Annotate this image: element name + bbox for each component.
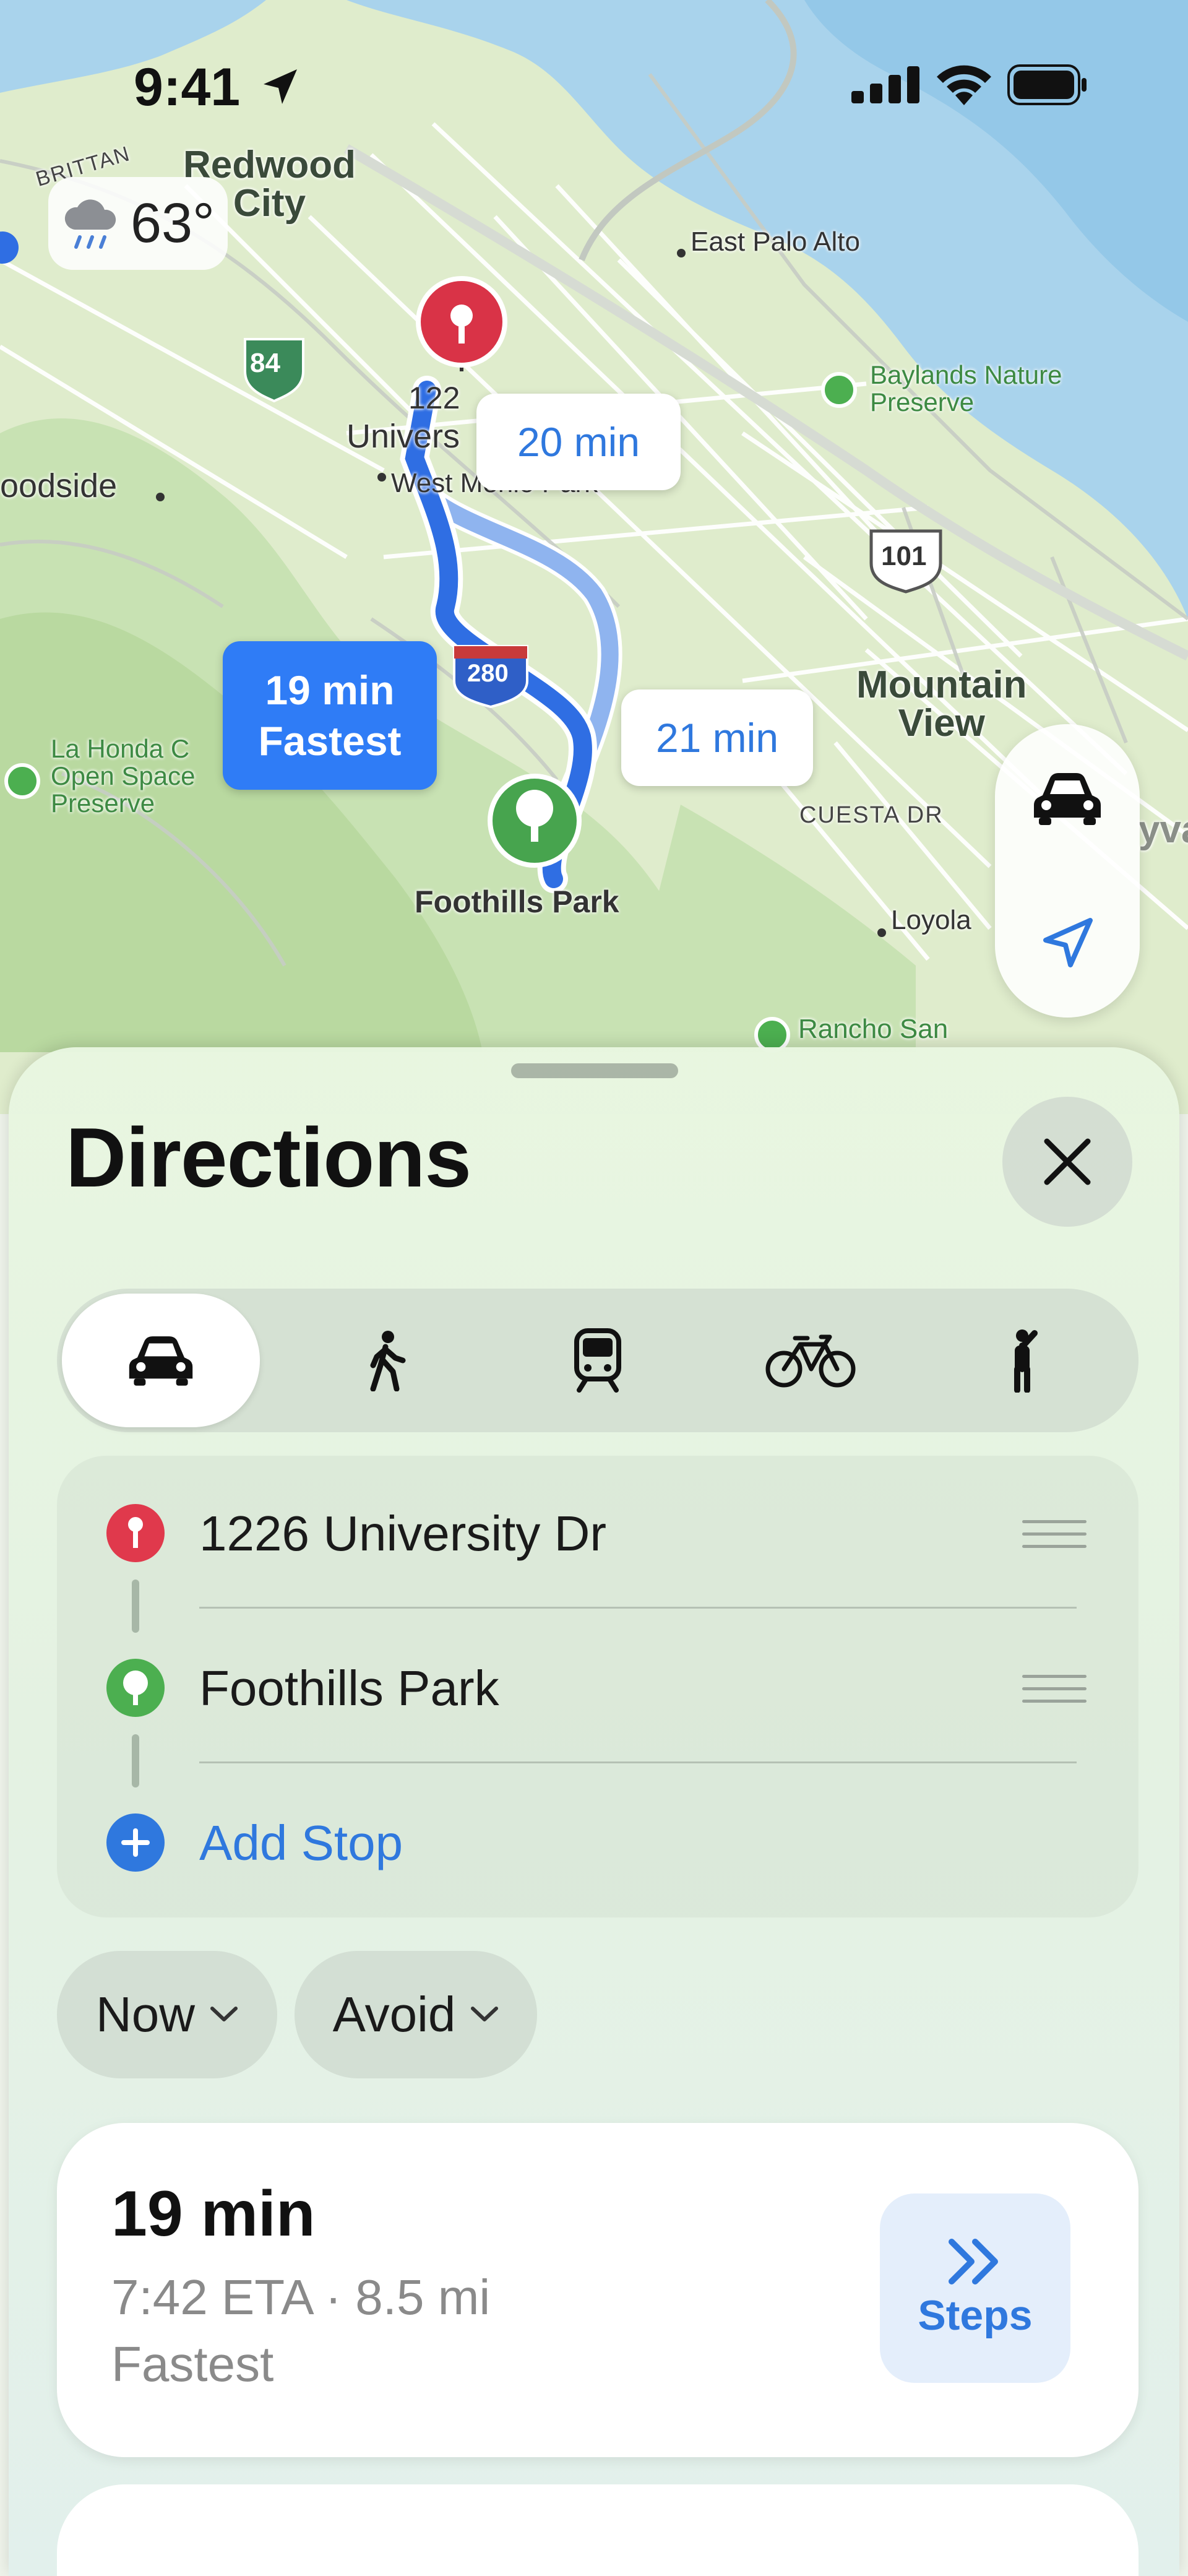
- add-stop-row[interactable]: Add Stop: [57, 1765, 1138, 1920]
- add-stop-label: Add Stop: [199, 1815, 403, 1870]
- double-chevron-right-icon: [949, 2239, 998, 2284]
- map-label-east-palo-alto: East Palo Alto: [691, 227, 860, 257]
- route-details: 7:42 ETA · 8.5 mi: [111, 2270, 491, 2325]
- map-label-address-fragment: 122: [408, 381, 460, 415]
- car-icon: [1034, 773, 1101, 825]
- status-right-icons: [851, 64, 1088, 105]
- map-label-woodside: oodside: [0, 467, 118, 504]
- route-tag: Fastest: [111, 2336, 274, 2392]
- mode-walk-tab[interactable]: [287, 1294, 485, 1427]
- status-time-text: 9:41: [134, 58, 241, 117]
- location-services-icon: [264, 69, 298, 104]
- map-label-foothills-park: Foothills Park: [415, 884, 619, 919]
- chevron-down-icon: [471, 2007, 499, 2021]
- plus-icon: [106, 1813, 165, 1872]
- destination-tree-icon: [488, 774, 582, 868]
- sheet-grabber[interactable]: [511, 1063, 678, 1078]
- cellular-signal-icon: [851, 66, 919, 103]
- route-fastest-label: Fastest: [258, 718, 402, 764]
- depart-time-chip[interactable]: Now: [57, 1951, 277, 2078]
- weather-widget[interactable]: 63°: [48, 177, 228, 270]
- stop-row-origin[interactable]: 1226 University Dr: [57, 1456, 1138, 1610]
- route-alt-bubble-20[interactable]: 20 min: [476, 394, 681, 490]
- directions-sheet: Directions 1226 University Dr Foothills …: [9, 1047, 1179, 2576]
- stops-list: 1226 University Dr Foothills Park Add St…: [57, 1456, 1138, 1917]
- map-label-la-honda: La Honda C Open Space Preserve: [51, 734, 196, 818]
- map-dot-woodside: [156, 493, 165, 501]
- map-dot-loyola: [877, 928, 886, 937]
- route-alt-bubble-21[interactable]: 21 min: [621, 689, 813, 786]
- mode-drive-tab[interactable]: [62, 1294, 260, 1427]
- sheet-title: Directions: [66, 1110, 471, 1204]
- map-label-rancho-san: Rancho San: [798, 1014, 949, 1044]
- avoid-chip[interactable]: Avoid: [295, 1951, 537, 2078]
- status-time: 9:41: [134, 57, 302, 118]
- divider: [199, 1761, 1077, 1763]
- map-dot-east-palo-alto: [677, 249, 686, 257]
- walk-icon: [370, 1331, 406, 1391]
- wifi-icon: [937, 65, 991, 105]
- mode-transit-tab[interactable]: [499, 1294, 697, 1427]
- bicycle-icon: [765, 1334, 856, 1388]
- avoid-label: Avoid: [332, 1987, 456, 2042]
- map-label-sunnyvale: yva: [1138, 808, 1188, 851]
- car-icon: [129, 1336, 193, 1386]
- weather-temperature: 63°: [130, 192, 215, 254]
- mode-rideshare-tab[interactable]: [927, 1294, 1125, 1427]
- battery-icon: [1007, 64, 1087, 105]
- map-dot-west-menlo-park: [377, 473, 386, 482]
- map-mode-button[interactable]: [995, 737, 1140, 860]
- location-arrow-icon: [1043, 918, 1093, 967]
- person-hail-icon: [1014, 1329, 1038, 1393]
- tree-icon: [106, 1659, 165, 1717]
- shield-84-label: 84: [250, 348, 280, 378]
- route-card-next[interactable]: [57, 2484, 1138, 2576]
- map-label-mountain-view: Mountain View: [856, 663, 1027, 745]
- train-icon: [574, 1328, 621, 1393]
- steps-button[interactable]: Steps: [880, 2193, 1070, 2383]
- map-label-university: Univers: [346, 418, 460, 455]
- shield-101-label: 101: [881, 541, 927, 571]
- origin-pin-icon: [106, 1504, 165, 1562]
- steps-label: Steps: [918, 2292, 1033, 2339]
- stop-origin-label: 1226 University Dr: [199, 1506, 607, 1561]
- map-label-loyola: Loyola: [891, 905, 971, 935]
- mode-cycle-tab[interactable]: [712, 1294, 910, 1427]
- map-controls: [995, 724, 1140, 1018]
- stop-destination-label: Foothills Park: [199, 1661, 499, 1716]
- transport-mode-selector: [57, 1289, 1138, 1432]
- cloud-rain-icon: [64, 199, 116, 249]
- current-location-button[interactable]: [995, 881, 1140, 1005]
- map-label-cuesta-dr: CUESTA DR: [799, 802, 944, 828]
- depart-time-label: Now: [95, 1987, 196, 2042]
- reorder-handle-icon[interactable]: [1022, 1675, 1087, 1712]
- stop-row-destination[interactable]: Foothills Park: [57, 1610, 1138, 1765]
- divider: [199, 1607, 1077, 1609]
- route-fastest-time: 19 min: [265, 667, 395, 713]
- route-fastest-bubble[interactable]: 19 min Fastest: [223, 641, 437, 790]
- close-icon: [1044, 1138, 1091, 1185]
- chevron-down-icon: [210, 2007, 238, 2021]
- route-card[interactable]: 19 min 7:42 ETA · 8.5 mi Fastest Steps: [57, 2123, 1138, 2457]
- reorder-handle-icon[interactable]: [1022, 1520, 1087, 1557]
- map-label-baylands: Baylands Nature Preserve: [870, 360, 1062, 417]
- shield-280-label: 280: [467, 660, 509, 687]
- close-button[interactable]: [1002, 1097, 1132, 1227]
- route-duration: 19 min: [111, 2178, 316, 2250]
